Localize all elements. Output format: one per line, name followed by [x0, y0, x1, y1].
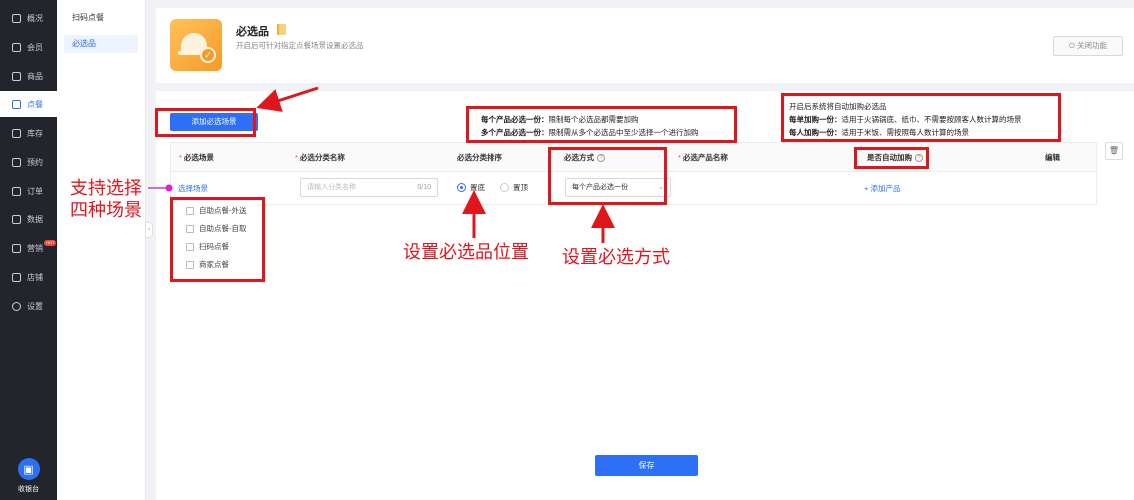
sidebar-item-ordering[interactable]: 点餐 [0, 91, 57, 117]
sidebar-item-label: 概况 [27, 13, 43, 23]
sort-bottom-radio[interactable]: 置底 [457, 182, 485, 193]
cashier-button[interactable]: ▣ 收银台 [0, 458, 57, 494]
annotation-set-method: 设置必选方式 [562, 247, 670, 267]
annotation-box [854, 147, 929, 169]
close-feature-label: 关闭功能 [1077, 41, 1108, 50]
gift-icon [12, 243, 21, 253]
sidebar-item-label: 订单 [27, 186, 43, 196]
sidebar-item-label: 营销 [27, 243, 43, 253]
sidebar-item-data[interactable]: 数据 [0, 206, 57, 232]
dish-icon [12, 99, 21, 109]
category-name-input[interactable]: 请输入分类名称 0/10 [300, 178, 438, 197]
auto-purchase-note: 开启后系统将自动加购必选品 每单加购一份：适用于火锅锅底、纸巾、不需要按顾客人数… [789, 102, 1022, 137]
submenu-item-label: 扫码点餐 [72, 13, 104, 22]
sub-sidebar: 扫码点餐 必选品 [57, 0, 146, 500]
sidebar-item-label: 数据 [27, 214, 43, 224]
dish-cover-icon: ✓ [170, 19, 222, 71]
annotation-box [548, 147, 667, 205]
annotation-support-scene: 支持选择 四种场景 [70, 178, 142, 220]
submenu-item-required-items[interactable]: 必选品 [64, 35, 138, 53]
collapse-sidebar-button[interactable]: ‹ [145, 222, 153, 238]
monitor-icon: ▣ [17, 458, 40, 480]
sidebar-item-reservation[interactable]: 预约 [0, 149, 57, 175]
page-description: 开启后可针对指定点餐场景设置必选品 [236, 41, 364, 50]
method-note: 每个产品必选一份：限制每个必选品都需要加购 多个产品必选一份：限制需从多个必选品… [481, 115, 699, 137]
delete-icon[interactable]: 🗑 [1105, 142, 1123, 160]
page-title: 必选品 [236, 26, 269, 38]
sidebar-item-label: 点餐 [27, 99, 43, 109]
calendar-check-icon [12, 157, 21, 167]
sort-top-radio[interactable]: 置顶 [500, 182, 528, 193]
radio-label: 置顶 [513, 183, 528, 192]
sidebar-item-overview[interactable]: 概况 [0, 5, 57, 31]
sidebar-item-label: 设置 [27, 301, 43, 311]
submenu-item-scan-order[interactable]: 扫码点餐 [64, 9, 138, 27]
sidebar-item-label: 库存 [27, 128, 43, 138]
bookmark-icon [277, 24, 286, 35]
cashier-label: 收银台 [18, 486, 39, 493]
sidebar-item-orders[interactable]: 订单 [0, 178, 57, 204]
annotation-set-position: 设置必选品位置 [403, 242, 529, 262]
sidebar-item-store[interactable]: 店铺 [0, 264, 57, 290]
box-icon [12, 128, 21, 138]
add-product-link[interactable]: + 添加产品 [864, 183, 900, 194]
feature-header: ✓ 必选品 开启后可针对指定点餐场景设置必选品 ⏻ 关闭功能 [156, 8, 1134, 83]
store-icon [12, 272, 21, 282]
sidebar-item-settings[interactable]: 设置 [0, 293, 57, 319]
submenu-item-label: 必选品 [72, 39, 96, 48]
save-button[interactable]: 保存 [595, 455, 698, 476]
crown-icon [12, 42, 21, 52]
power-icon: ⏻ [1068, 41, 1078, 50]
choose-scene-link[interactable]: 选择场景 [178, 183, 208, 194]
close-feature-button[interactable]: ⏻ 关闭功能 [1053, 36, 1123, 56]
sidebar-item-label: 商品 [27, 71, 43, 81]
sidebar-item-member[interactable]: 会员 [0, 34, 57, 60]
column-header: 编辑 [1045, 153, 1060, 162]
input-placeholder: 请输入分类名称 [307, 184, 356, 191]
char-counter: 0/10 [417, 184, 431, 191]
grid-icon [12, 13, 21, 23]
shop-icon [12, 71, 21, 81]
column-header: * 必选产品名称 [678, 153, 728, 162]
chart-icon [12, 214, 21, 224]
annotation-box [155, 108, 256, 137]
hot-badge: HOT [44, 240, 57, 246]
sidebar-item-label: 会员 [27, 42, 43, 52]
gear-icon [12, 301, 21, 311]
sidebar-item-label: 店铺 [27, 272, 43, 282]
radio-label: 置底 [470, 183, 485, 192]
sidebar-item-marketing[interactable]: 营销 HOT [0, 235, 57, 261]
sidebar-item-inventory[interactable]: 库存 [0, 120, 57, 146]
annotation-box [170, 197, 265, 282]
column-header: 必选分类排序 [457, 153, 502, 162]
column-header: * 必选场景 [179, 153, 214, 162]
main-sidebar: 概况 会员 商品 点餐 库存 预约 订单 数据 营销 HOT 店铺 设置 ▣ 收银… [0, 0, 57, 500]
sidebar-item-goods[interactable]: 商品 [0, 63, 57, 89]
document-icon [12, 186, 21, 196]
column-header: * 必选分类名称 [295, 153, 345, 162]
sidebar-item-label: 预约 [27, 157, 43, 167]
